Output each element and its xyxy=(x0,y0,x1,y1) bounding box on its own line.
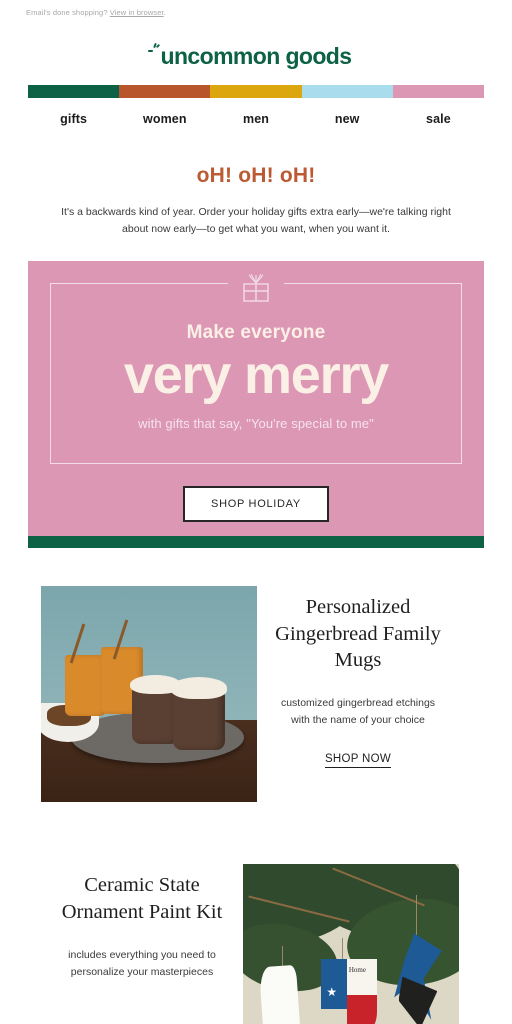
photo-ornament-texas: ★ Home xyxy=(320,959,377,1024)
texas-white-field xyxy=(346,959,377,996)
preheader-period: . xyxy=(163,8,166,17)
product-title: Personalized Gingerbread Family Mugs xyxy=(275,596,441,671)
preheader-text: Email's done shopping? xyxy=(26,8,110,17)
product-title: Ceramic State Ornament Paint Kit xyxy=(61,874,223,923)
hot-cocoa-mugs-photo[interactable] xyxy=(41,586,257,803)
hero-headline: very merry xyxy=(123,345,389,405)
photo-ornament-string-3 xyxy=(415,894,417,938)
view-in-browser-link[interactable]: View in browser xyxy=(110,8,164,17)
nav-item-women[interactable]: women xyxy=(119,112,210,126)
texas-star-icon: ★ xyxy=(326,984,338,999)
color-swatch-5 xyxy=(392,85,485,98)
color-swatch-2 xyxy=(119,85,211,98)
brand-logo-text: uncommon goods xyxy=(160,43,353,69)
product-row-ornaments: Ceramic State Ornament Paint Kit include… xyxy=(41,802,471,1024)
shop-holiday-button[interactable]: SHOP HOLIDAY xyxy=(183,486,329,523)
nav-item-men[interactable]: men xyxy=(210,112,301,126)
state-ornaments-photo[interactable]: ★ Home xyxy=(243,864,459,1024)
nav-item-gifts[interactable]: gifts xyxy=(28,112,119,126)
photo-cocoa-mug-2 xyxy=(172,692,225,751)
product-info-ornaments: Ceramic State Ornament Paint Kit include… xyxy=(41,864,243,980)
photo-ornament-new-jersey xyxy=(259,964,303,1024)
photo-marshmallows-2 xyxy=(170,677,227,699)
sparkle-icon xyxy=(147,42,161,55)
product-description: includes everything you need to personal… xyxy=(68,948,216,978)
gift-box-icon xyxy=(228,263,284,305)
hero-cta-area: SHOP HOLIDAY xyxy=(28,464,484,536)
color-swatch-4 xyxy=(301,85,393,98)
intro-paragraph: It's a backwards kind of year. Order you… xyxy=(61,206,451,235)
nav-item-sale[interactable]: sale xyxy=(393,112,484,126)
color-swatch-1 xyxy=(28,85,120,98)
logo-area: uncommon goods xyxy=(0,23,512,85)
color-swatch-3 xyxy=(210,85,302,98)
shop-now-button-mugs[interactable]: SHOP NOW xyxy=(324,753,392,769)
email-page: Email's done shopping? View in browser. … xyxy=(0,0,512,1024)
product-row-mugs: Personalized Gingerbread Family Mugs cus… xyxy=(41,548,471,803)
main-nav: gifts women men new sale xyxy=(28,98,484,142)
photo-cider-glass-1 xyxy=(64,655,106,716)
hero-line-bottom: with gifts that say, "You're special to … xyxy=(138,416,374,432)
texas-red-field xyxy=(346,995,377,1024)
page-title: oH! oH! oH! xyxy=(196,164,316,187)
hero-footer-bar xyxy=(28,536,484,549)
product-info-mugs: Personalized Gingerbread Family Mugs cus… xyxy=(257,586,459,769)
texas-home-label: Home xyxy=(348,966,366,975)
preheader: Email's done shopping? View in browser. xyxy=(0,0,512,23)
product-description: customized gingerbread etchings with the… xyxy=(280,697,436,727)
brand-logo[interactable]: uncommon goods xyxy=(147,42,353,69)
nav-item-new[interactable]: new xyxy=(302,112,393,126)
photo-ornament-state-3-dark xyxy=(398,976,438,1024)
hero-line-top: Make everyone xyxy=(186,322,326,343)
hero-frame: Make everyone very merry with gifts that… xyxy=(50,263,462,465)
brand-color-bar xyxy=(28,85,485,98)
hero-banner: Make everyone very merry with gifts that… xyxy=(28,261,484,549)
